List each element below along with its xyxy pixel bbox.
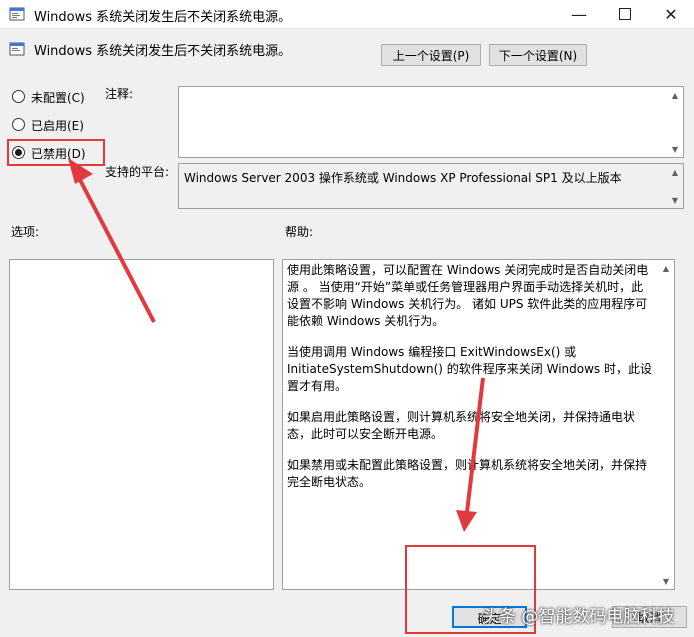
watermark: 头条 @智能数码电脑科技 — [482, 607, 675, 627]
annotation-arrow-up — [68, 158, 156, 323]
annotation-arrows — [68, 158, 485, 532]
annotation-arrow-down — [456, 377, 485, 532]
